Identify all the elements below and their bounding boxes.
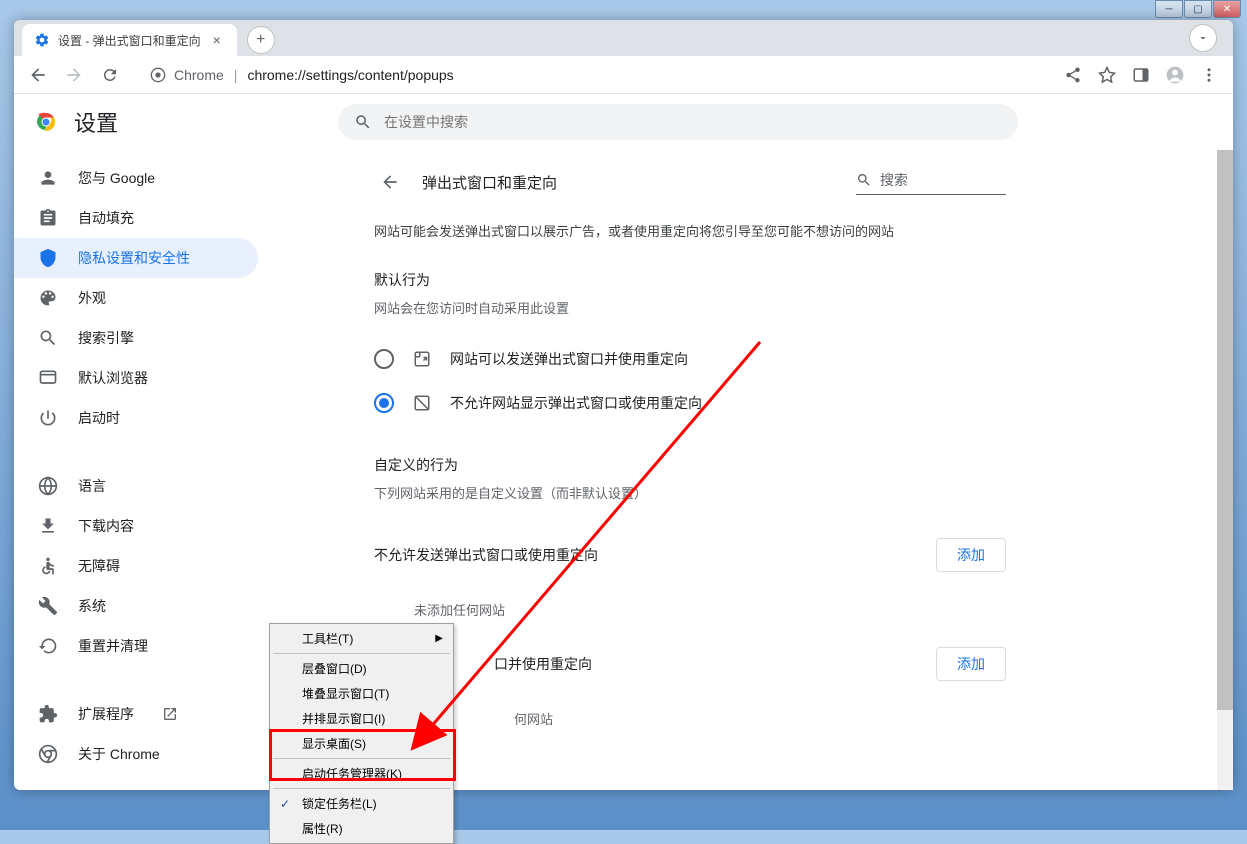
sidebar-item-you-and-google[interactable]: 您与 Google xyxy=(14,158,258,198)
tab-dropdown-button[interactable] xyxy=(1189,24,1217,52)
sidebar-item-autofill[interactable]: 自动填充 xyxy=(14,198,258,238)
submenu-arrow-icon: ▶ xyxy=(435,633,443,644)
reload-button[interactable] xyxy=(94,59,126,91)
wrench-icon xyxy=(38,596,58,616)
back-button[interactable] xyxy=(22,59,54,91)
share-icon[interactable] xyxy=(1057,59,1089,91)
ctx-properties[interactable]: 属性(R) xyxy=(272,816,451,841)
person-icon xyxy=(38,168,58,188)
option-block-popups[interactable]: 不允许网站显示弹出式窗口或使用重定向 xyxy=(374,381,1006,425)
ctx-start-task-manager[interactable]: 启动任务管理器(K) xyxy=(272,761,451,786)
taskbar-context-menu: 工具栏(T)▶ 层叠窗口(D) 堆叠显示窗口(T) 并排显示窗口(I) 显示桌面… xyxy=(269,623,454,844)
add-blocked-site-button[interactable]: 添加 xyxy=(936,538,1006,572)
ctx-stack-windows[interactable]: 堆叠显示窗口(T) xyxy=(272,681,451,706)
shield-icon xyxy=(38,248,58,268)
page-title: 弹出式窗口和重定向 xyxy=(422,172,557,193)
new-tab-button[interactable]: + xyxy=(247,26,275,54)
chrome-icon xyxy=(38,744,58,764)
chrome-logo-icon xyxy=(34,110,58,134)
globe-icon xyxy=(38,476,58,496)
profile-avatar-icon[interactable] xyxy=(1159,59,1191,91)
sidebar-item-system[interactable]: 系统 xyxy=(14,586,258,626)
browser-window: 设置 - 弹出式窗口和重定向 × + Chrome | chrome: xyxy=(14,20,1233,790)
block-section-label: 不允许发送弹出式窗口或使用重定向 xyxy=(374,545,598,565)
ctx-toolbars[interactable]: 工具栏(T)▶ xyxy=(272,626,451,651)
search-icon xyxy=(354,113,372,131)
scrollbar-thumb[interactable] xyxy=(1217,150,1233,710)
os-titlebar: ─ ▢ ✕ xyxy=(0,0,1247,20)
settings-back-button[interactable] xyxy=(374,166,406,198)
custom-behavior-heading: 自定义的行为 xyxy=(374,455,1006,475)
tab-close-button[interactable]: × xyxy=(209,32,225,48)
tab-strip: 设置 - 弹出式窗口和重定向 × + xyxy=(14,20,1233,56)
settings-search-input[interactable] xyxy=(384,114,1002,130)
settings-search[interactable] xyxy=(338,104,1018,140)
browser-toolbar: Chrome | chrome://settings/content/popup… xyxy=(14,56,1233,94)
power-icon xyxy=(38,408,58,428)
sidebar-item-reset[interactable]: 重置并清理 xyxy=(14,626,258,666)
extension-icon xyxy=(38,704,58,724)
sidebar-item-languages[interactable]: 语言 xyxy=(14,466,258,506)
sidebar-item-privacy[interactable]: 隐私设置和安全性 xyxy=(14,238,258,278)
radio-checked[interactable] xyxy=(374,393,394,413)
sidebar-item-about[interactable]: 关于 Chrome xyxy=(14,734,258,774)
no-allowed-sites-partial: 何网站 xyxy=(374,697,1006,740)
side-panel-icon[interactable] xyxy=(1125,59,1157,91)
vertical-scrollbar[interactable] xyxy=(1217,150,1233,790)
clipboard-icon xyxy=(38,208,58,228)
url-path: chrome://settings/content/popups xyxy=(247,67,453,83)
add-allowed-site-button[interactable]: 添加 xyxy=(936,647,1006,681)
popup-block-icon xyxy=(412,394,432,412)
minimize-button[interactable]: ─ xyxy=(1155,0,1183,18)
default-behavior-note: 网站会在您访问时自动采用此设置 xyxy=(374,298,1006,317)
tab-title: 设置 - 弹出式窗口和重定向 xyxy=(58,32,201,49)
accessibility-icon xyxy=(38,556,58,576)
radio-unchecked[interactable] xyxy=(374,349,394,369)
ctx-show-desktop[interactable]: 显示桌面(S) xyxy=(272,731,451,756)
sidebar-item-downloads[interactable]: 下载内容 xyxy=(14,506,258,546)
close-window-button[interactable]: ✕ xyxy=(1213,0,1241,18)
page-search[interactable]: 搜索 xyxy=(856,170,1006,195)
ctx-lock-taskbar[interactable]: ✓锁定任务栏(L) xyxy=(272,791,451,816)
page-description: 网站可能会发送弹出式窗口以展示广告，或者使用重定向将您引导至您可能不想访问的网站 xyxy=(374,222,1006,242)
search-icon xyxy=(856,172,872,188)
sidebar-item-appearance[interactable]: 外观 xyxy=(14,278,258,318)
search-icon xyxy=(38,328,58,348)
chrome-info-icon xyxy=(150,67,166,83)
ctx-side-by-side[interactable]: 并排显示窗口(I) xyxy=(272,706,451,731)
restore-icon xyxy=(38,636,58,656)
no-blocked-sites: 未添加任何网站 xyxy=(374,588,1006,631)
bookmark-star-icon[interactable] xyxy=(1091,59,1123,91)
url-scheme: Chrome xyxy=(174,67,224,83)
settings-header: 设置 xyxy=(14,94,1233,150)
settings-title: 设置 xyxy=(74,106,118,138)
sidebar-item-startup[interactable]: 启动时 xyxy=(14,398,258,438)
sidebar-item-extensions[interactable]: 扩展程序 xyxy=(14,694,258,734)
sidebar-item-search[interactable]: 搜索引擎 xyxy=(14,318,258,358)
option-allow-popups[interactable]: 网站可以发送弹出式窗口并使用重定向 xyxy=(374,337,1006,381)
browser-icon xyxy=(38,368,58,388)
address-bar[interactable]: Chrome | chrome://settings/content/popup… xyxy=(138,60,1045,90)
forward-button[interactable] xyxy=(58,59,90,91)
download-icon xyxy=(38,516,58,536)
palette-icon xyxy=(38,288,58,308)
sidebar-item-default-browser[interactable]: 默认浏览器 xyxy=(14,358,258,398)
maximize-button[interactable]: ▢ xyxy=(1184,0,1212,18)
external-link-icon xyxy=(162,706,178,722)
menu-kebab-icon[interactable] xyxy=(1193,59,1225,91)
popup-allow-icon xyxy=(412,350,432,368)
check-icon: ✓ xyxy=(280,797,290,811)
browser-tab[interactable]: 设置 - 弹出式窗口和重定向 × xyxy=(22,24,237,56)
custom-behavior-note: 下列网站采用的是自定义设置（而非默认设置） xyxy=(374,483,1006,502)
default-behavior-heading: 默认行为 xyxy=(374,270,1006,290)
settings-gear-icon xyxy=(34,32,50,48)
settings-sidebar: 您与 Google 自动填充 隐私设置和安全性 外观 搜索引擎 默认浏览器 启动… xyxy=(14,150,270,790)
sidebar-item-accessibility[interactable]: 无障碍 xyxy=(14,546,258,586)
ctx-cascade-windows[interactable]: 层叠窗口(D) xyxy=(272,656,451,681)
